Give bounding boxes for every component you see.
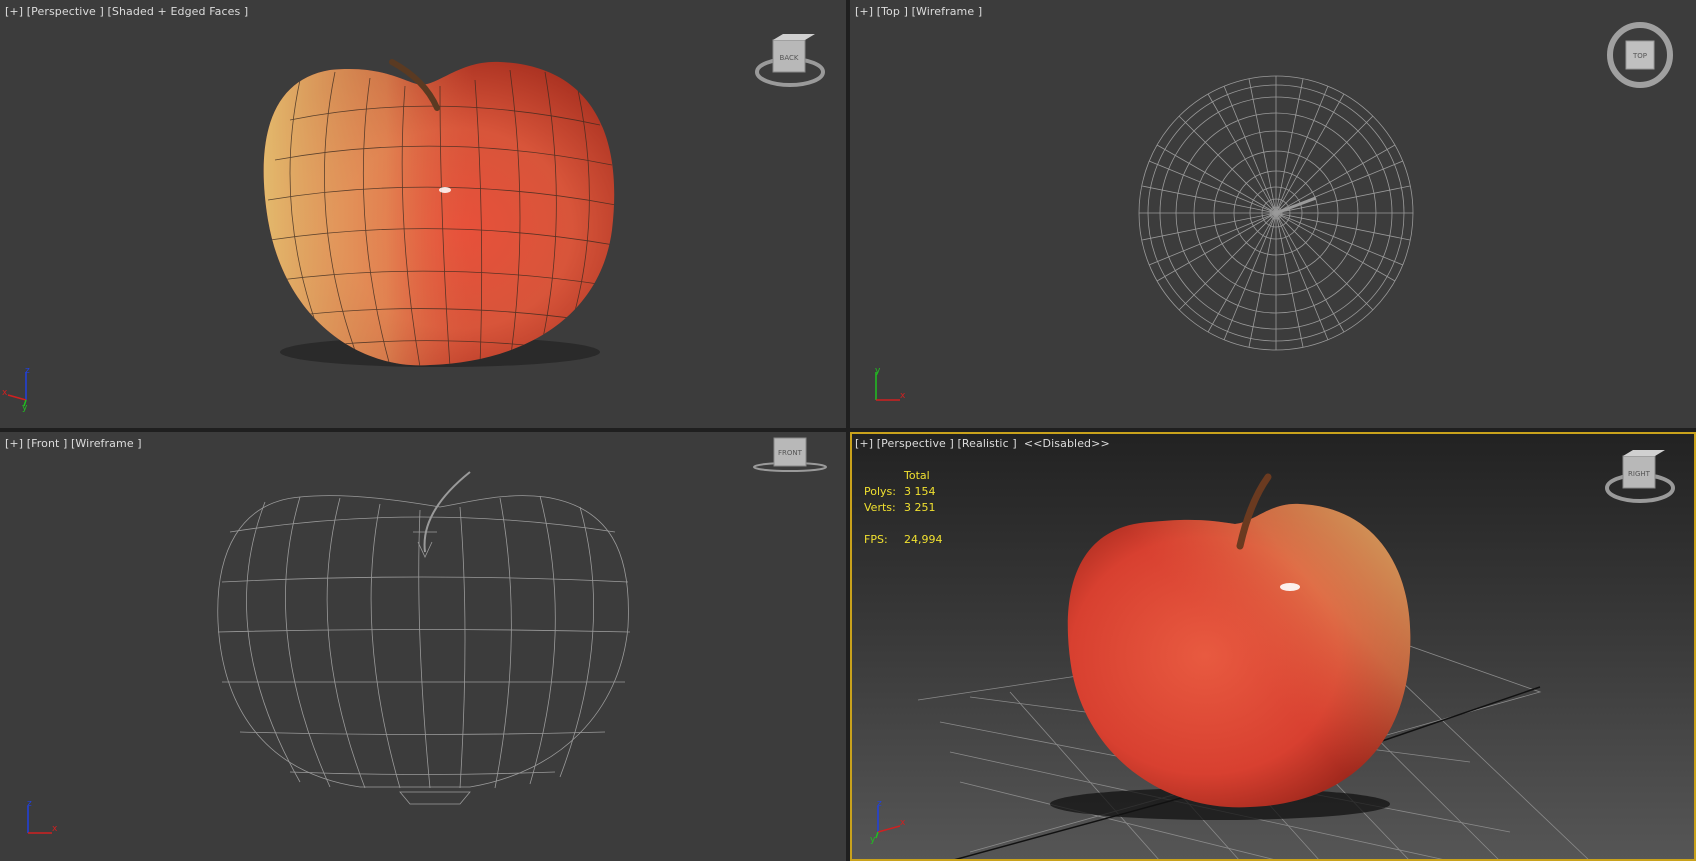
svg-text:y: y	[870, 835, 876, 845]
svg-text:y: y	[875, 366, 881, 376]
svg-text:z: z	[27, 799, 32, 809]
viewport-top-wireframe[interactable]: [+] [Top ] [Wireframe ] TOP y x	[850, 0, 1696, 428]
svg-text:z: z	[877, 799, 882, 809]
svg-text:y: y	[22, 403, 28, 413]
svg-text:x: x	[2, 388, 8, 398]
svg-text:z: z	[25, 366, 30, 376]
svg-text:x: x	[52, 824, 58, 834]
viewport-front-wireframe[interactable]: [+] [Front ] [Wireframe ] FRONT z x	[0, 432, 846, 861]
svg-text:x: x	[900, 391, 906, 401]
svg-text:x: x	[900, 818, 906, 828]
axis-tripod: z x y	[870, 799, 906, 845]
viewport-perspective-realistic[interactable]: [+] [Perspective ] [Realistic ] <<Disabl…	[850, 432, 1696, 861]
axis-tripod: z x y	[2, 366, 30, 413]
axis-tripod: y x	[875, 366, 906, 401]
viewport-perspective-shaded[interactable]: [+] [Perspective ] [Shaded + Edged Faces…	[0, 0, 846, 428]
axis-tripod: z x	[27, 799, 58, 834]
